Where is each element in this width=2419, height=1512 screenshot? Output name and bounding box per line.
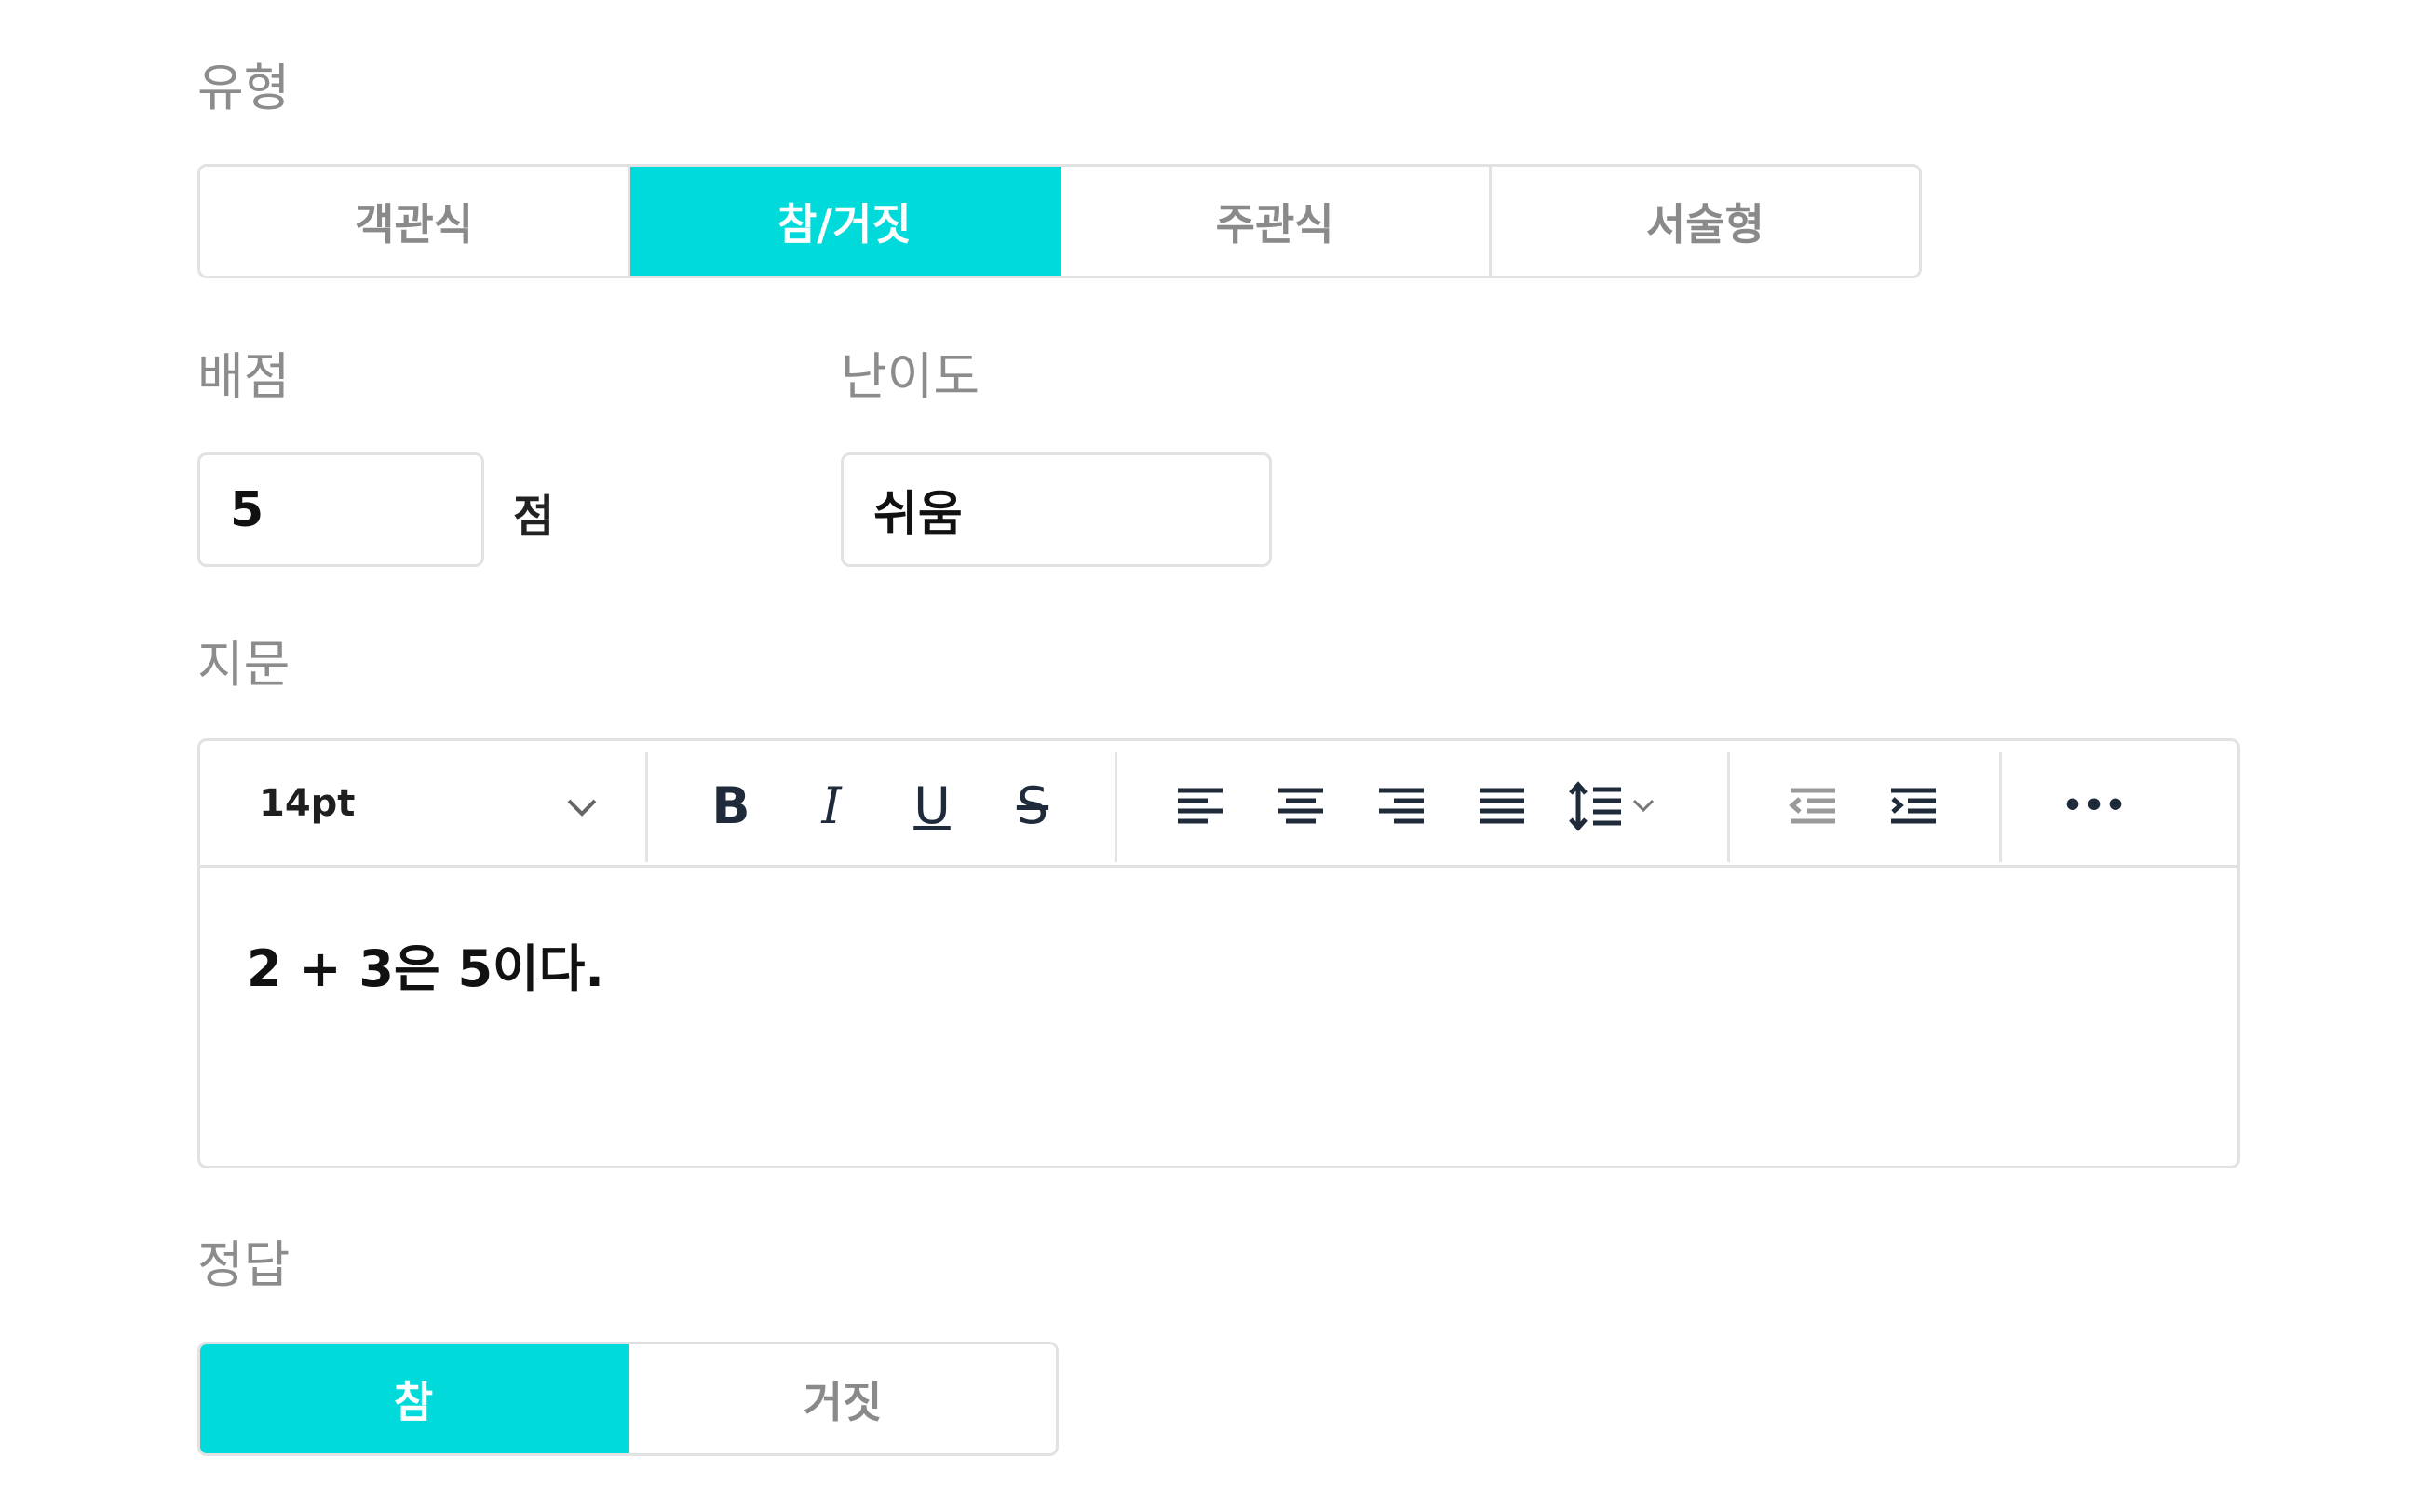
bold-icon: B [711,776,750,835]
toolbar-divider [645,752,648,862]
toolbar-divider [1115,752,1117,862]
font-size-select[interactable]: 14pt [259,782,355,825]
line-height-icon [1569,781,1655,831]
more-options-button[interactable]: ••• [2057,778,2131,834]
chevron-down-icon[interactable] [554,778,610,834]
passage-label: 지문 [197,635,291,694]
score-input-box [197,452,484,567]
outdent-icon [1789,788,1835,824]
answer-option-true[interactable]: 참 [200,1344,629,1453]
question-type-selector: 객관식 참/거짓 주관식 서술형 [197,164,1922,278]
italic-button[interactable]: I [804,778,859,834]
difficulty-value: 쉬움 [873,487,963,543]
outdent-button[interactable] [1785,778,1841,834]
align-right-button[interactable] [1373,778,1429,834]
indent-icon [1891,788,1936,824]
passage-editor: 14pt B I U S ••• 2 + 3은 5이다. [197,738,2240,1168]
underline-button[interactable]: U [904,778,960,834]
score-unit: 점 [513,491,555,543]
difficulty-label: 난이도 [841,347,980,406]
align-right-icon [1379,788,1424,824]
type-label: 유형 [197,59,291,117]
align-center-icon [1278,788,1323,824]
underline-icon: U [913,776,951,835]
type-option-short-answer[interactable]: 주관식 [1061,167,1492,276]
toolbar-divider [1727,752,1730,862]
type-option-essay[interactable]: 서술형 [1492,167,1919,276]
answer-label: 정답 [197,1235,291,1294]
toolbar-divider [1999,752,2002,862]
align-left-button[interactable] [1172,778,1228,834]
answer-selector: 참 거짓 [197,1342,1059,1456]
difficulty-select[interactable]: 쉬움 [841,452,1272,567]
type-option-true-false[interactable]: 참/거짓 [630,167,1061,276]
align-left-icon [1178,788,1223,824]
editor-toolbar: 14pt B I U S ••• [200,741,2237,868]
score-label: 배점 [197,347,291,406]
align-center-button[interactable] [1273,778,1329,834]
align-justify-icon [1480,788,1524,824]
strikethrough-icon: S [1016,776,1049,835]
align-justify-button[interactable] [1474,778,1530,834]
more-icon: ••• [2061,787,2127,825]
answer-option-false[interactable]: 거짓 [629,1344,1056,1453]
bold-button[interactable]: B [703,778,759,834]
type-option-multiple-choice[interactable]: 객관식 [200,167,631,276]
italic-icon: I [821,776,842,835]
indent-button[interactable] [1885,778,1941,834]
line-height-button[interactable] [1569,778,1671,834]
passage-content[interactable]: 2 + 3은 5이다. [247,927,604,1001]
strikethrough-button[interactable]: S [1005,778,1061,834]
score-input[interactable] [200,481,481,538]
